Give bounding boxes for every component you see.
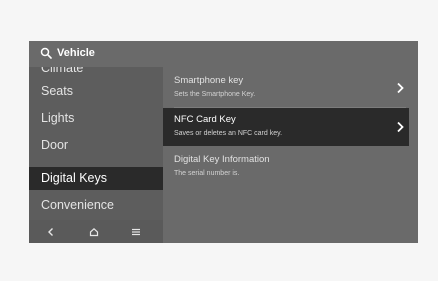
chevron-right-icon bbox=[397, 82, 404, 94]
item-title: Digital Key Information bbox=[174, 154, 270, 165]
sidebar-item-lights[interactable]: Lights bbox=[29, 107, 163, 130]
search-label: Vehicle bbox=[57, 47, 95, 59]
settings-list: Smartphone key Sets the Smartphone Key. … bbox=[163, 67, 418, 243]
list-item-smartphone-key[interactable]: Smartphone key Sets the Smartphone Key. bbox=[163, 69, 409, 107]
sidebar-item-door[interactable]: Door bbox=[29, 134, 163, 157]
home-icon[interactable] bbox=[87, 225, 101, 239]
item-subtitle: The serial number is. bbox=[174, 170, 240, 177]
item-title: NFC Card Key bbox=[174, 114, 236, 125]
sidebar: Climate Seats Lights Door Digital Keys C… bbox=[29, 67, 163, 243]
item-title: Smartphone key bbox=[174, 75, 244, 86]
bottom-nav bbox=[29, 220, 163, 243]
vehicle-settings-screen: Vehicle Climate Seats Lights Door Digita… bbox=[29, 41, 418, 243]
menu-icon[interactable] bbox=[129, 225, 143, 239]
search-bar[interactable]: Vehicle bbox=[29, 41, 418, 67]
list-item-digital-key-information[interactable]: Digital Key Information The serial numbe… bbox=[163, 148, 409, 186]
list-item-nfc-card-key[interactable]: NFC Card Key Saves or deletes an NFC car… bbox=[163, 108, 409, 146]
sidebar-item-digital-keys[interactable]: Digital Keys bbox=[29, 167, 163, 190]
sidebar-item-seats[interactable]: Seats bbox=[29, 80, 163, 103]
sidebar-item-climate[interactable]: Climate bbox=[29, 67, 163, 80]
chevron-right-icon bbox=[397, 121, 404, 133]
search-icon bbox=[40, 47, 52, 59]
item-subtitle: Sets the Smartphone Key. bbox=[174, 91, 256, 98]
back-icon[interactable] bbox=[44, 225, 58, 239]
sidebar-item-convenience[interactable]: Convenience bbox=[29, 194, 163, 217]
item-subtitle: Saves or deletes an NFC card key. bbox=[174, 130, 283, 137]
